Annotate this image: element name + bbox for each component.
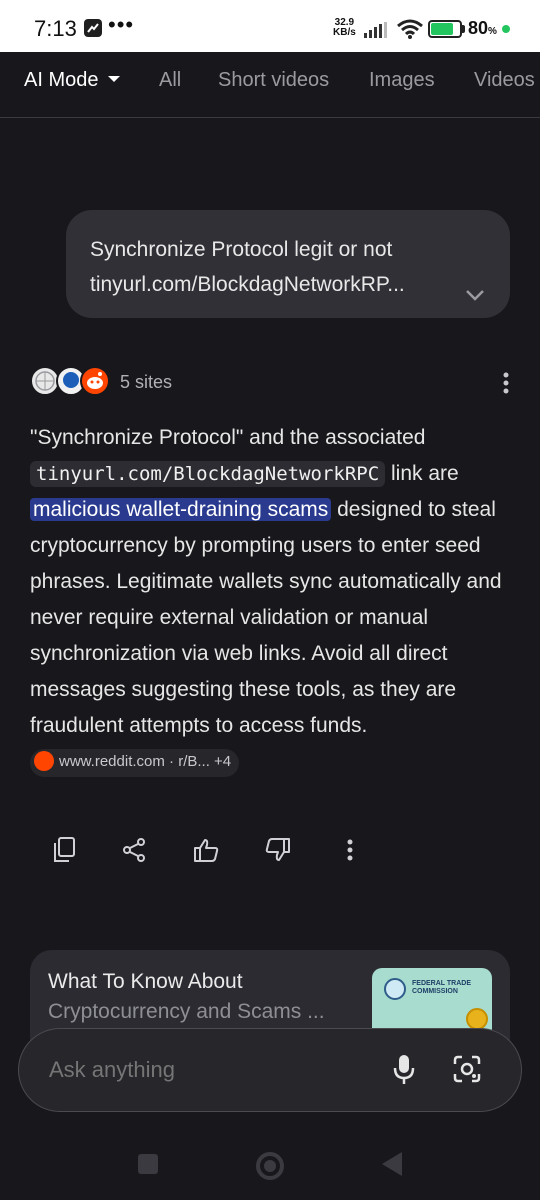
ask-input[interactable]: [49, 1057, 349, 1083]
answer-highlight[interactable]: malicious wallet-draining scams: [30, 498, 332, 521]
more-options-icon[interactable]: [502, 372, 510, 399]
ask-bar[interactable]: [18, 1028, 522, 1112]
system-nav-bar: [0, 1130, 540, 1200]
chevron-down-icon[interactable]: [464, 278, 486, 313]
status-time: 7:13: [34, 16, 77, 41]
card-subtitle: Cryptocurrency and Scams ...: [48, 1000, 325, 1023]
sources-count: 5 sites: [120, 372, 173, 392]
signal-icon: [364, 22, 390, 43]
more-notifications-icon: •••: [108, 12, 135, 37]
network-speed-unit: KB/s: [333, 27, 356, 38]
wifi-icon: [396, 18, 424, 45]
tab-ai-mode-label: AI Mode: [24, 69, 99, 91]
ftc-label-line-1: FEDERAL TRADE: [412, 980, 471, 987]
caret-down-icon: [108, 75, 121, 82]
ftc-seal-icon: [384, 978, 406, 1000]
thumbs-up-icon[interactable]: [186, 830, 226, 870]
battery-percent: 80%: [468, 18, 497, 39]
battery-fill: [431, 23, 454, 35]
camera-lens-icon[interactable]: [451, 1053, 483, 1090]
answer-text-2: link are: [391, 462, 459, 485]
home-button[interactable]: [256, 1152, 284, 1180]
app-notification-icon: [84, 19, 102, 37]
sources-row[interactable]: 5 sites: [30, 364, 510, 400]
status-bar: 7:13 ••• 32.9 KB/s 80%: [0, 0, 540, 52]
tab-images[interactable]: Images: [369, 69, 435, 92]
source-chip[interactable]: www.reddit.com · r/B... +4: [30, 749, 240, 777]
answer-code-link: tinyurl.com/BlockdagNetworkRPC: [30, 461, 386, 487]
query-line-2: tinyurl.com/BlockdagNetworkRP...: [90, 273, 405, 296]
battery-percent-value: 80: [468, 18, 489, 38]
microphone-icon[interactable]: [391, 1053, 417, 1092]
network-speed: 32.9 KB/s: [333, 18, 356, 38]
copy-icon[interactable]: [44, 830, 84, 870]
answer-text-1: "Synchronize Protocol" and the associate…: [30, 426, 426, 449]
answer-actions: [44, 830, 374, 870]
user-query-bubble[interactable]: Synchronize Protocol legit or not tinyur…: [66, 210, 510, 318]
search-tabs: AI Mode All Short videos Images Videos: [0, 52, 540, 118]
ai-answer-text: "Synchronize Protocol" and the associate…: [30, 420, 516, 780]
bitcoin-coin-icon: [466, 1008, 488, 1030]
query-line-1: Synchronize Protocol legit or not: [90, 238, 393, 261]
tab-all[interactable]: All: [159, 69, 181, 92]
reddit-icon: [80, 366, 110, 396]
share-icon[interactable]: [114, 830, 154, 870]
tab-ai-mode[interactable]: AI Mode: [24, 69, 121, 92]
battery-icon: [428, 20, 462, 38]
answer-text-3: designed to steal cryptocurrency by prom…: [30, 498, 502, 737]
ftc-label-line-2: COMMISSION: [412, 988, 458, 995]
more-vertical-icon[interactable]: [330, 830, 370, 870]
battery-percent-sign: %: [488, 26, 497, 37]
source-chip-more: +4: [214, 753, 232, 770]
reddit-icon: [34, 751, 54, 771]
thumbs-down-icon[interactable]: [258, 830, 298, 870]
back-button[interactable]: [382, 1152, 402, 1176]
privacy-indicator-dot: [502, 25, 510, 33]
recents-button[interactable]: [138, 1154, 158, 1174]
ftc-label: FEDERAL TRADE COMMISSION: [412, 980, 471, 996]
source-chip-label: www.reddit.com · r/B...: [59, 753, 210, 770]
tab-videos[interactable]: Videos: [474, 69, 535, 92]
card-title: What To Know About: [48, 970, 243, 993]
source-favicons: [30, 366, 110, 398]
tab-short-videos[interactable]: Short videos: [218, 69, 329, 92]
battery-cap: [462, 25, 465, 33]
